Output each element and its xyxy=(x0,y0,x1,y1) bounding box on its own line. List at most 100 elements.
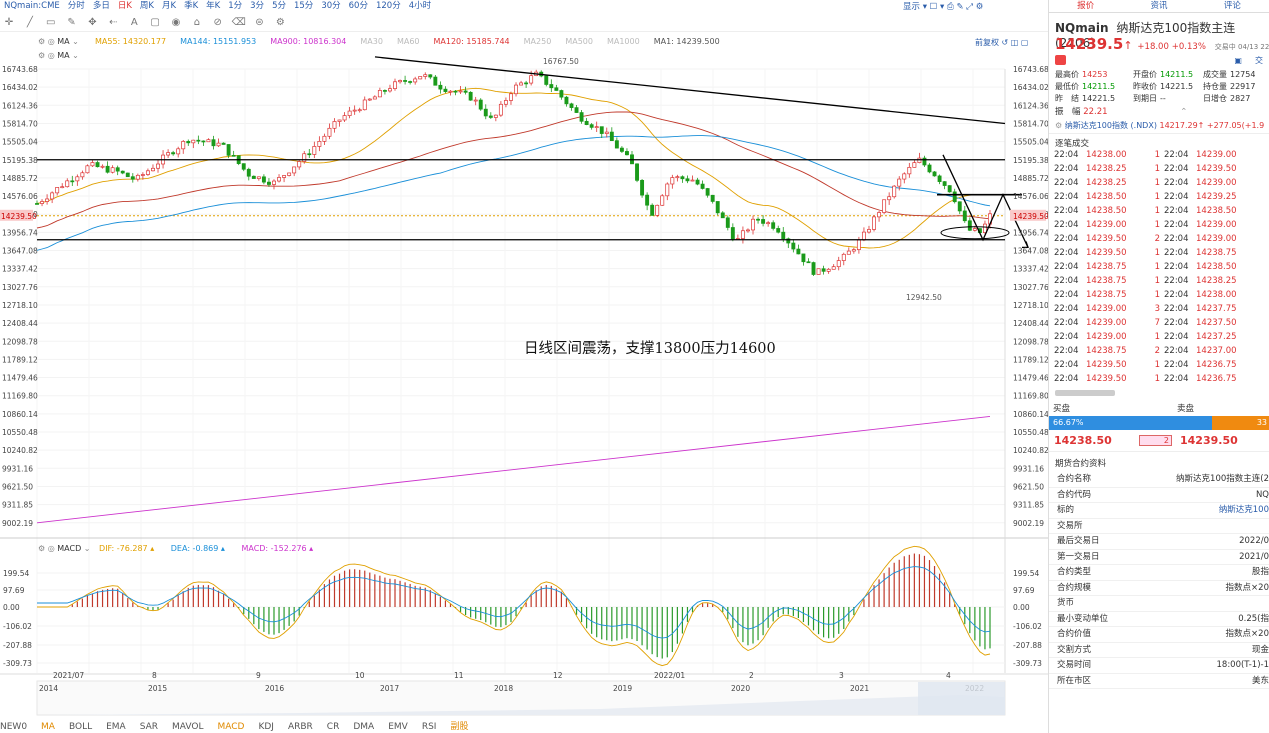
settings-icon[interactable]: ⚙ xyxy=(273,16,287,30)
candle-body xyxy=(135,174,140,180)
period-30分[interactable]: 30分 xyxy=(321,0,340,12)
ma-legend-item[interactable]: MA30 xyxy=(360,37,383,46)
kline-chart[interactable]: 16743.68 16743.68 16434.02 16434.02 16124.36… xyxy=(0,33,1048,733)
period-周K[interactable]: 周K xyxy=(140,0,154,12)
indicator-ema[interactable]: EMA xyxy=(106,721,126,733)
candle-body xyxy=(312,146,317,155)
ticks-scrollbar[interactable] xyxy=(1055,390,1115,396)
ma-legend-item[interactable]: MA55: 14320.177 xyxy=(95,37,166,46)
current-price-tag-left: 14239.50 xyxy=(1,212,37,221)
period-120分[interactable]: 120分 xyxy=(376,0,401,12)
period-月K[interactable]: 月K xyxy=(162,0,176,12)
tick-price: 14239.25 xyxy=(1196,192,1237,202)
contract-value: 18:00(T-1)-1 xyxy=(1216,660,1269,670)
period-季K[interactable]: 季K xyxy=(184,0,198,12)
quote-header: NQmain 纳斯达克100指数主连(2206) xyxy=(1049,13,1269,50)
eye-icon[interactable]: ◉ xyxy=(169,16,183,30)
indicator-sar[interactable]: SAR xyxy=(140,721,158,733)
period-15分[interactable]: 15分 xyxy=(294,0,313,12)
macd-settings-icon[interactable]: ⚙ ◎ xyxy=(38,544,55,553)
more-icon[interactable]: ▣ 交 xyxy=(1234,55,1263,67)
indicator-cr[interactable]: CR xyxy=(327,721,340,733)
ma-legend-item[interactable]: MA250 xyxy=(524,37,552,46)
candle-body xyxy=(287,172,292,176)
ma-legend-item[interactable]: MA900: 10816.304 xyxy=(270,37,346,46)
symbol-selector[interactable]: NQmain:CME xyxy=(4,0,60,12)
comment-tool-icon[interactable]: ▢ xyxy=(148,16,162,30)
candle-body xyxy=(140,174,145,176)
chevron-down-icon[interactable]: ⌄ xyxy=(72,37,79,46)
price-tick-left: 10550.48 xyxy=(2,428,38,437)
ma-legend-item[interactable]: MA1: 14239.500 xyxy=(654,37,720,46)
indicator-macd[interactable]: MACD xyxy=(217,721,244,733)
hide-icon[interactable]: ⊘ xyxy=(211,16,225,30)
ma-legend-item[interactable]: MA60 xyxy=(397,37,420,46)
candle-body xyxy=(342,115,347,121)
candle-body xyxy=(488,115,493,118)
chevron-down-icon[interactable]: ⌄ xyxy=(72,51,79,60)
period-1分[interactable]: 1分 xyxy=(228,0,242,12)
indicator-ma[interactable]: MA xyxy=(41,721,55,733)
price-tick-left: 12408.44 xyxy=(2,319,38,328)
period-5分[interactable]: 5分 xyxy=(272,0,286,12)
macd-tick-left: 199.54 xyxy=(3,569,29,578)
range-selection[interactable] xyxy=(918,682,1005,715)
crosshair-icon[interactable]: ✛ xyxy=(2,16,16,30)
ma-legend-item[interactable]: MA144: 15151.953 xyxy=(180,37,256,46)
indicator-副股[interactable]: 副股 xyxy=(450,721,468,733)
time-tick: 3 xyxy=(839,671,844,680)
period-年K[interactable]: 年K xyxy=(206,0,220,12)
tab-comments[interactable]: 评论 xyxy=(1196,0,1269,12)
indicator-mavol[interactable]: MAVOL xyxy=(172,721,203,733)
indicator-emv[interactable]: EMV xyxy=(388,721,408,733)
pen-tool-icon[interactable]: ✎ xyxy=(65,16,79,30)
indicator-rsi[interactable]: RSI xyxy=(422,721,437,733)
period-多日[interactable]: 多日 xyxy=(93,0,110,12)
chevron-down-icon[interactable]: ⌄ xyxy=(84,544,91,553)
adjust-link[interactable]: 前复权 ↺ ◫ ▢ xyxy=(975,37,1028,48)
tick-price: 14239.50 xyxy=(1196,164,1237,174)
legend2-settings-icon[interactable]: ⚙ ◎ xyxy=(38,51,55,60)
ma-legend-item[interactable]: MA120: 15185.744 xyxy=(434,37,510,46)
text-tool-icon[interactable]: A xyxy=(127,16,141,30)
rect-tool-icon[interactable]: ▭ xyxy=(44,16,58,30)
period-4小时[interactable]: 4小时 xyxy=(409,0,431,12)
indicator-kdj[interactable]: KDJ xyxy=(258,721,274,733)
index-row[interactable]: ⚙ 纳斯达克100指数 (.NDX) 14217.29↑ +277.05(+1.… xyxy=(1049,116,1269,134)
indicator-arbr[interactable]: ARBR xyxy=(288,721,313,733)
arrow-tool-icon[interactable]: ⇠ xyxy=(106,16,120,30)
contract-row: 标的 纳斯达克100 xyxy=(1049,503,1269,519)
period-3分[interactable]: 3分 xyxy=(250,0,264,12)
period-60分[interactable]: 60分 xyxy=(349,0,368,12)
period-分时[interactable]: 分时 xyxy=(68,0,85,12)
lock-icon[interactable]: ⌂ xyxy=(190,16,204,30)
indicator-new0[interactable]: NEW0 xyxy=(0,721,27,733)
tick-row: 22:04 14239.00 1 22:04 14239.00 xyxy=(1054,218,1269,232)
ma-legend-item[interactable]: MA1000 xyxy=(607,37,640,46)
delete-icon[interactable]: ⌫ xyxy=(232,16,246,30)
stat-value: 14221.5 xyxy=(1082,94,1116,103)
legend-settings-icon[interactable]: ⚙ ◎ xyxy=(38,37,55,46)
period-日K[interactable]: 日K xyxy=(118,0,132,12)
indicator-boll[interactable]: BOLL xyxy=(69,721,92,733)
candle-body xyxy=(196,139,201,142)
ma-legend-item[interactable]: MA500 xyxy=(565,37,593,46)
candle-body xyxy=(927,164,932,173)
tick-time: 22:04 xyxy=(1054,290,1079,300)
price-tick-right: 12408.44 xyxy=(1013,319,1048,328)
contract-value: 现金 xyxy=(1251,644,1269,655)
display-menu[interactable]: 显示 ▾ ☐ ▾ ⎙ ✎ ⤢ ⚙ xyxy=(903,0,983,12)
drawing-toolbar: ✛ ╱ ▭ ✎ ✥ ⇠ A ▢ ◉ ⌂ ⊘ ⌫ ⊜ ⚙ xyxy=(0,14,1048,32)
indicator-dma[interactable]: DMA xyxy=(353,721,374,733)
layers-icon[interactable]: ⊜ xyxy=(253,16,267,30)
tab-news[interactable]: 资讯 xyxy=(1122,0,1195,12)
tab-quote[interactable]: 报价 xyxy=(1049,0,1122,12)
tick-row: 22:04 14238.75 2 22:04 14237.00 xyxy=(1054,344,1269,358)
time-tick: 4 xyxy=(946,671,951,680)
favorite-icon[interactable] xyxy=(1055,55,1066,65)
collapse-icon[interactable]: ⌃ xyxy=(1180,107,1187,117)
move-tool-icon[interactable]: ✥ xyxy=(86,16,100,30)
line-tool-icon[interactable]: ╱ xyxy=(23,16,37,30)
price-tick-right: 11169.80 xyxy=(1013,392,1048,401)
tick-row: 22:04 14239.00 7 22:04 14237.50 xyxy=(1054,316,1269,330)
